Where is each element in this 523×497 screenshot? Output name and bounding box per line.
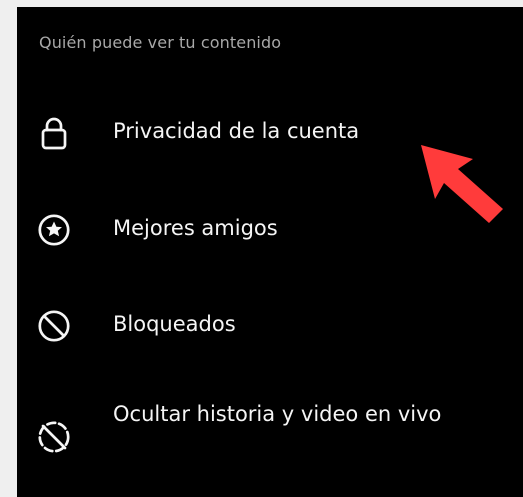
menu-item-account-privacy[interactable]: Privacidad de la cuenta [37,107,497,155]
privacy-settings-panel: Quién puede ver tu contenido Privacidad … [17,7,523,497]
hide-story-icon [37,420,71,454]
menu-item-label: Mejores amigos [113,216,278,240]
menu-item-label: Privacidad de la cuenta [113,119,360,143]
menu-item-blocked[interactable]: Bloqueados [37,300,497,348]
menu-item-label: Bloqueados [113,312,236,336]
lock-icon [37,116,71,150]
section-title: Quién puede ver tu contenido [39,33,282,52]
menu-item-label: Ocultar historia y video en vivo [113,402,442,426]
menu-item-close-friends[interactable]: Mejores amigos [37,204,497,252]
blocked-icon [37,309,71,343]
menu-item-hide-story-live[interactable]: Ocultar historia y video en vivo [37,397,497,469]
star-circle-icon [37,213,71,247]
